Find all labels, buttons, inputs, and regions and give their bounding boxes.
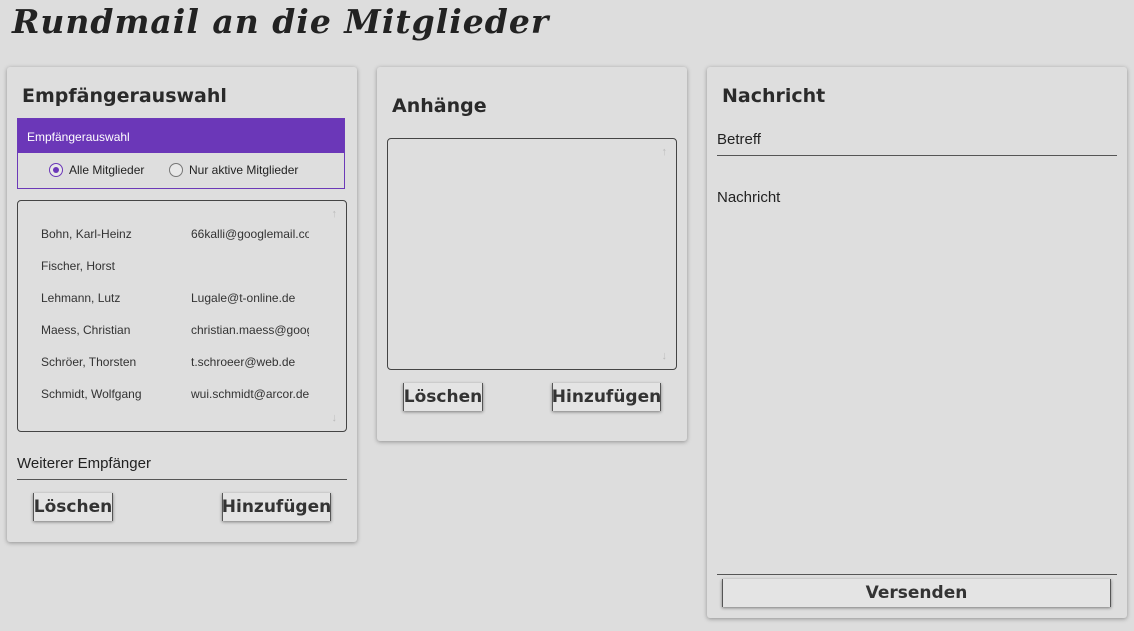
radio-active-members-label: Nur aktive Mitglieder [189, 163, 299, 177]
extra-recipient-input[interactable]: Weiterer Empfänger [17, 455, 347, 480]
recipients-card: Empfängerauswahl Empfängerauswahl Alle M… [7, 67, 357, 542]
list-item[interactable]: Lehmann, Lutz Lugale@t-online.de [41, 291, 311, 307]
attachment-delete-button[interactable]: Löschen [403, 383, 483, 411]
attachments-card: Anhänge ↑ ↓ Löschen Hinzufügen [377, 67, 687, 441]
attachment-list[interactable]: ↑ ↓ [387, 138, 677, 370]
message-body-input[interactable]: Nachricht [717, 189, 1117, 575]
member-name: Schmidt, Wolfgang [41, 387, 142, 401]
member-email: Lugale@t-online.de [191, 291, 296, 305]
radio-all-members-label: Alle Mitglieder [69, 163, 145, 177]
member-email: christian.maess@googlemail.com [191, 323, 309, 337]
message-title: Nachricht [722, 85, 826, 107]
member-name: Bohn, Karl-Heinz [41, 227, 132, 241]
radio-all-members[interactable]: Alle Mitglieder [49, 163, 144, 177]
member-list[interactable]: ↑ Bohn, Karl-Heinz 66kalli@googlemail.co… [17, 200, 347, 432]
page-title: Rundmail an die Mitglieder [12, 2, 550, 41]
send-button[interactable]: Versenden [722, 579, 1111, 607]
member-name: Fischer, Horst [41, 259, 116, 273]
member-name: Schröer, Thorsten [41, 355, 137, 369]
member-email: 66kalli@googlemail.com [191, 227, 309, 241]
recipient-group-box: Empfängerauswahl Alle Mitglieder Nur akt… [17, 118, 345, 189]
list-item[interactable]: Schröer, Thorsten t.schroeer@web.de [41, 355, 311, 371]
scroll-up-icon[interactable]: ↑ [662, 146, 668, 158]
subject-input[interactable]: Betreff [717, 131, 1117, 156]
member-name: Lehmann, Lutz [41, 291, 121, 305]
scroll-down-icon[interactable]: ↓ [662, 350, 668, 362]
attachment-add-button[interactable]: Hinzufügen [552, 383, 661, 411]
recipients-title: Empfängerauswahl [22, 85, 227, 107]
radio-checked-icon [49, 163, 63, 177]
recipient-add-button[interactable]: Hinzufügen [222, 493, 331, 521]
member-email: t.schroeer@web.de [191, 355, 296, 369]
scroll-down-icon[interactable]: ↓ [332, 412, 338, 424]
list-item[interactable]: Schmidt, Wolfgang wui.schmidt@arcor.de [41, 387, 311, 403]
attachments-title: Anhänge [392, 95, 487, 117]
scroll-up-icon[interactable]: ↑ [332, 208, 338, 220]
recipient-delete-button[interactable]: Löschen [33, 493, 113, 521]
radio-active-members[interactable]: Nur aktive Mitglieder [169, 163, 298, 177]
message-card: Nachricht Betreff Nachricht Versenden [707, 67, 1127, 618]
radio-unchecked-icon [169, 163, 183, 177]
member-name: Maess, Christian [41, 323, 131, 337]
list-item[interactable]: Maess, Christian christian.maess@googlem… [41, 323, 311, 339]
recipient-group-header: Empfängerauswahl [18, 119, 344, 153]
list-item[interactable]: Bohn, Karl-Heinz 66kalli@googlemail.com [41, 227, 311, 243]
member-email: wui.schmidt@arcor.de [191, 387, 309, 401]
list-item[interactable]: Fischer, Horst [41, 259, 311, 275]
